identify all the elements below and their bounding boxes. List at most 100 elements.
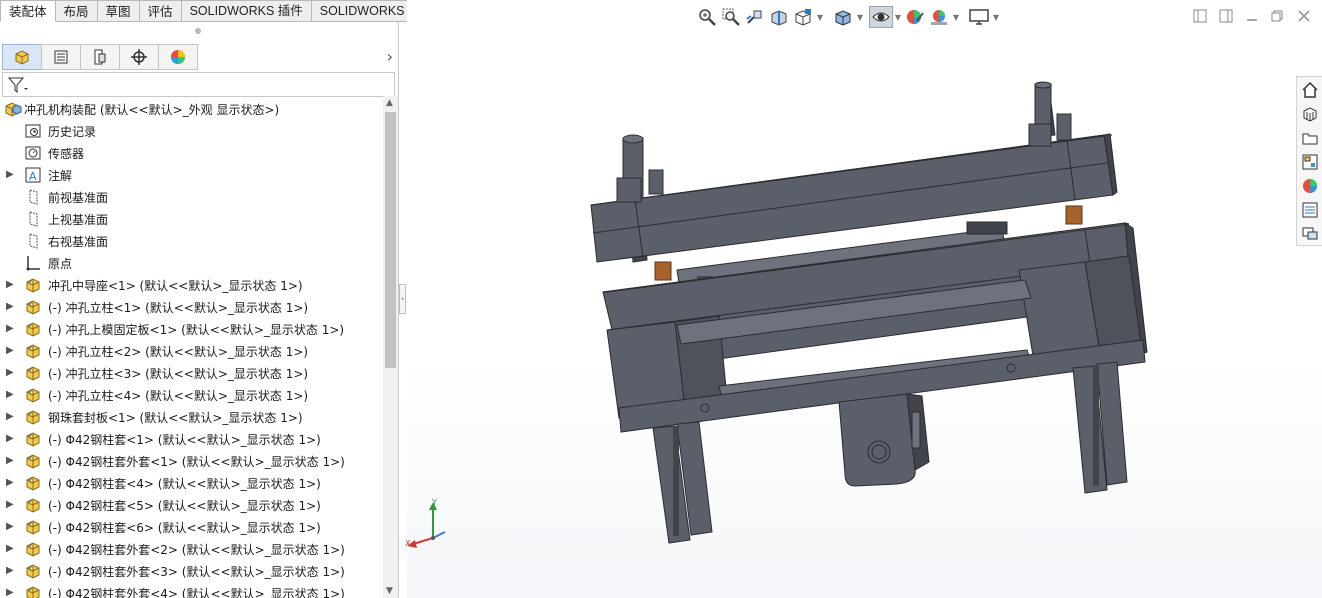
tree-item-label: (-) 冲孔立柱<1> (默认<<默认>_显示状态 1>) — [48, 301, 309, 315]
home-icon[interactable] — [1299, 79, 1321, 101]
configuration-manager-icon — [94, 49, 106, 65]
tree-item[interactable]: ▶ (-) Φ42钢柱套<4> (默认<<默认>_显示状态 1>) — [0, 472, 383, 494]
origin-icon — [26, 256, 40, 271]
command-tab-1[interactable]: 布局 — [55, 0, 98, 22]
tree-item[interactable]: 前视基准面 — [0, 186, 383, 208]
tree-item-label: (-) 冲孔立柱<3> (默认<<默认>_显示状态 1>) — [48, 367, 309, 381]
tree-item[interactable]: 右视基准面 — [0, 230, 383, 252]
sensor-icon — [25, 146, 41, 160]
tree-item-label: (-) 冲孔立柱<2> (默认<<默认>_显示状态 1>) — [48, 345, 309, 359]
tree-item-label: (-) Φ42钢柱套外套<2> (默认<<默认>_显示状态 1>) — [48, 543, 345, 557]
view-palette-icon[interactable] — [1299, 151, 1321, 173]
tree-item[interactable]: ▶ (-) Φ42钢柱套<6> (默认<<默认>_显示状态 1>) — [0, 516, 383, 538]
tree-item[interactable]: ▶ (-) 冲孔立柱<3> (默认<<默认>_显示状态 1>) — [0, 362, 383, 384]
part-icon — [26, 498, 40, 513]
assembly-model-render[interactable] — [407, 0, 1322, 598]
history-icon — [25, 124, 41, 138]
part-icon — [26, 278, 40, 293]
tree-item[interactable]: 传感器 — [0, 142, 383, 164]
tree-item-label: 传感器 — [48, 147, 85, 161]
tree-item[interactable]: ▶ (-) Φ42钢柱套外套<1> (默认<<默认>_显示状态 1>) — [0, 450, 383, 472]
expand-arrow-icon[interactable]: ▶ — [6, 411, 14, 423]
scroll-up-icon[interactable]: ▲ — [386, 98, 393, 108]
tree-item-label: (-) Φ42钢柱套外套<4> (默认<<默认>_显示状态 1>) — [48, 587, 345, 598]
top-left-posts — [616, 134, 664, 203]
scroll-thumb[interactable] — [385, 112, 396, 368]
expand-arrow-icon[interactable]: ▶ — [6, 323, 14, 335]
expand-arrow-icon[interactable]: ▶ — [6, 499, 14, 511]
tree-item[interactable]: ▶ (-) 冲孔立柱<1> (默认<<默认>_显示状态 1>) — [0, 296, 383, 318]
expand-arrow-icon[interactable]: ▶ — [6, 367, 14, 379]
tree-item-label: 原点 — [48, 257, 73, 271]
graphics-area[interactable]: ▼ ▼ ▼ ▼ ▼ Y X — [405, 0, 1322, 598]
tree-item[interactable]: ▶ (-) 冲孔立柱<2> (默认<<默认>_显示状态 1>) — [0, 340, 383, 362]
collapse-panel-icon[interactable]: ‹ — [399, 284, 406, 314]
expand-arrow-icon[interactable]: ▶ — [6, 389, 14, 401]
tree-root-label: 冲孔机构装配 (默认<<默认>_外观 显示状态>) — [24, 103, 280, 117]
tree-item[interactable]: 原点 — [0, 252, 383, 274]
expand-arrow-icon[interactable]: ▶ — [6, 565, 14, 577]
expand-arrow-icon[interactable]: ▶ — [6, 279, 14, 291]
tree-item-label: 前视基准面 — [48, 191, 109, 205]
tree-item[interactable]: ▶ (-) Φ42钢柱套外套<4> (默认<<默认>_显示状态 1>) — [0, 582, 383, 598]
forum-icon[interactable] — [1299, 223, 1321, 245]
scroll-down-icon[interactable]: ▼ — [386, 586, 393, 596]
command-tab-4[interactable]: SOLIDWORKS 插件 — [181, 0, 312, 22]
tree-item[interactable]: ▶ (-) Φ42钢柱套<1> (默认<<默认>_显示状态 1>) — [0, 428, 383, 450]
part-icon — [26, 366, 40, 381]
expand-arrow-icon[interactable]: ▶ — [6, 477, 14, 489]
part-icon — [26, 476, 40, 491]
configuration-manager-tab[interactable] — [80, 44, 120, 70]
tree-item-label: (-) Φ42钢柱套外套<3> (默认<<默认>_显示状态 1>) — [48, 565, 345, 579]
tree-item[interactable]: ▶ (-) Φ42钢柱套外套<2> (默认<<默认>_显示状态 1>) — [0, 538, 383, 560]
dimxpert-manager-tab[interactable] — [119, 44, 159, 70]
tree-item[interactable]: ▶ (-) 冲孔立柱<4> (默认<<默认>_显示状态 1>) — [0, 384, 383, 406]
expand-arrow-icon[interactable]: ▶ — [6, 455, 14, 467]
tree-item-label: 钢珠套封板<1> (默认<<默认>_显示状态 1>) — [48, 411, 303, 425]
tree-item-label: 历史记录 — [48, 125, 97, 139]
panel-grip[interactable] — [195, 28, 201, 34]
expand-arrow-icon[interactable]: ▶ — [6, 433, 14, 445]
tree-item-label: (-) 冲孔上模固定板<1> (默认<<默认>_显示状态 1>) — [48, 323, 345, 337]
tree-item[interactable]: ▶ (-) 冲孔上模固定板<1> (默认<<默认>_显示状态 1>) — [0, 318, 383, 340]
feature-manager-panel: › 冲孔机构装配 (默认<<默认>_外观 显示状态>) 历史记录 传感器 ▶ A 注解前… — [0, 22, 399, 598]
expand-arrow-icon[interactable]: ▶ — [6, 301, 14, 313]
command-manager-tabs: 装配体 布局 草图 评估 SOLIDWORKS 插件 SOLIDWORKS MBD — [0, 0, 460, 22]
design-library-icon[interactable] — [1299, 103, 1321, 125]
center-punch-bracket — [838, 393, 930, 487]
tree-filter-box[interactable] — [2, 72, 395, 97]
feature-manager-tab[interactable] — [2, 44, 42, 70]
expand-arrow-icon[interactable]: ▶ — [6, 345, 14, 357]
tree-item[interactable]: ▶ (-) Φ42钢柱套<5> (默认<<默认>_显示状态 1>) — [0, 494, 383, 516]
expand-arrow-icon[interactable]: ▶ — [6, 521, 14, 533]
bronze-bushing-left — [654, 261, 672, 281]
command-tab-2[interactable]: 草图 — [97, 0, 140, 22]
display-manager-tab[interactable] — [158, 44, 198, 70]
property-manager-tab[interactable] — [41, 44, 81, 70]
custom-properties-icon[interactable] — [1299, 199, 1321, 221]
triad-x-label: X — [405, 539, 411, 548]
plane-icon — [29, 211, 38, 227]
tree-item[interactable]: ▶ 冲孔中导座<1> (默认<<默认>_显示状态 1>) — [0, 274, 383, 296]
task-pane-tabs — [1296, 76, 1322, 246]
more-tabs-chevron-icon[interactable]: › — [387, 47, 393, 66]
tree-item[interactable]: 历史记录 — [0, 120, 383, 142]
tree-item[interactable]: ▶ (-) Φ42钢柱套外套<3> (默认<<默认>_显示状态 1>) — [0, 560, 383, 582]
part-icon — [26, 300, 40, 315]
appearances-icon[interactable] — [1299, 175, 1321, 197]
annotation-icon: A — [25, 167, 41, 183]
tree-item[interactable]: ▶ 钢珠套封板<1> (默认<<默认>_显示状态 1>) — [0, 406, 383, 428]
expand-arrow-icon[interactable]: ▶ — [6, 169, 14, 181]
tree-root-item[interactable]: 冲孔机构装配 (默认<<默认>_外观 显示状态>) — [0, 98, 383, 120]
expand-arrow-icon[interactable]: ▶ — [6, 543, 14, 555]
part-icon — [26, 388, 40, 403]
command-tab-3[interactable]: 评估 — [139, 0, 182, 22]
tree-item[interactable]: ▶ A 注解 — [0, 164, 383, 186]
expand-arrow-icon[interactable]: ▶ — [6, 587, 14, 598]
command-tab-0[interactable]: 装配体 — [0, 0, 56, 22]
tree-scrollbar[interactable]: ▲ ▼ — [383, 96, 398, 598]
tree-item-label: 右视基准面 — [48, 235, 109, 249]
tree-item[interactable]: 上视基准面 — [0, 208, 383, 230]
file-explorer-icon[interactable] — [1299, 127, 1321, 149]
tree-item-label: (-) Φ42钢柱套外套<1> (默认<<默认>_显示状态 1>) — [48, 455, 345, 469]
